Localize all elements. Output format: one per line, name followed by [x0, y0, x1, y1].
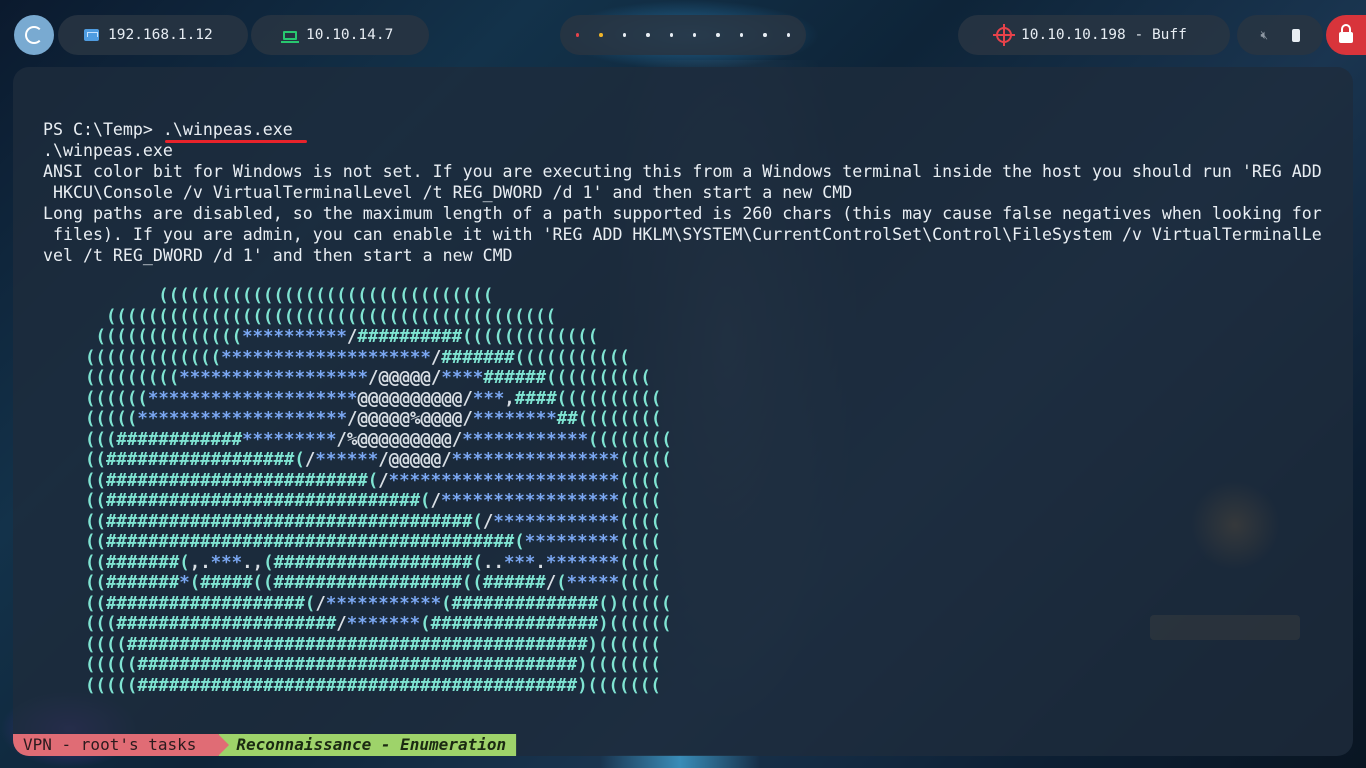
output-line: files). If you are admin, you can enable… [43, 225, 1322, 244]
workspace-dot[interactable] [646, 33, 650, 37]
winpeas-ascii-banner: (((((((((((((((((((((((((((((((( (((((((… [85, 286, 672, 696]
prompt-line: PS C:\Temp> .\winpeas.exe [43, 120, 293, 139]
battery-icon[interactable] [1291, 28, 1300, 42]
local-ip-module[interactable]: 192.168.1.12 [58, 15, 248, 55]
banner-line: (((((###################################… [85, 675, 661, 696]
banner-line: (((#####################/*******(#######… [85, 614, 672, 634]
banner-line: ((#######(,.***.,(###################(..… [85, 552, 662, 573]
workspace-dot[interactable] [716, 33, 720, 37]
terminal-window[interactable]: PS C:\Temp> .\winpeas.exe .\winpeas.exe AN… [13, 67, 1353, 756]
distro-menu-button[interactable] [14, 15, 54, 55]
banner-line: ((((((********************@@@@@@@@@@/***… [85, 388, 662, 409]
crosshair-icon [993, 24, 1015, 46]
banner-line: (((((********************/@@@@@%@@@@/***… [85, 409, 662, 429]
tmux-window-label[interactable]: Reconnaissance - Enumeration [218, 734, 517, 756]
banner-line: ((#########################(/***********… [85, 470, 662, 491]
banner-line: ((###################################(/*… [85, 511, 662, 532]
padlock-icon [1339, 24, 1353, 43]
workspace-dot[interactable] [763, 33, 767, 37]
banner-line: ((###################(/***********(#####… [85, 593, 672, 614]
workspace-dot[interactable] [622, 33, 627, 37]
lock-screen-button[interactable] [1326, 15, 1366, 55]
workspace-dot[interactable] [786, 33, 791, 37]
background-glow [600, 755, 760, 768]
target-text: 10.10.10.198 - Buff [1021, 27, 1187, 43]
banner-line: ((((((((((((((**********/##########(((((… [85, 327, 599, 347]
banner-line: (((((((((((((********************/######… [85, 347, 630, 368]
system-tray: 🔇︎ [1237, 15, 1323, 55]
target-module[interactable]: 10.10.10.198 - Buff [958, 15, 1230, 55]
network-icon [84, 29, 99, 41]
workspace-dot[interactable] [599, 33, 603, 37]
banner-line: ((##################(/******/@@@@@/*****… [85, 450, 672, 470]
vpn-ip-module[interactable]: 10.10.14.7 [251, 15, 429, 55]
volume-muted-icon[interactable]: 🔇︎ [1260, 28, 1268, 43]
banner-line: (((((((((((((((((((((((((((((((( [85, 286, 494, 306]
workspace-dot[interactable] [739, 33, 744, 37]
banner-line: (((############*********/%@@@@@@@@@/****… [85, 429, 672, 450]
output-line: vel /t REG_DWORD /d 1' and then start a … [43, 246, 513, 265]
output-line: Long paths are disabled, so the maximum … [43, 204, 1322, 223]
output-line: HKCU\Console /v VirtualTerminalLevel /t … [43, 183, 853, 202]
banner-line: ((((((((((((((((((((((((((((((((((((((((… [85, 306, 557, 327]
local-ip-text: 192.168.1.12 [108, 27, 213, 43]
vpn-ip-text: 10.10.14.7 [306, 27, 394, 43]
banner-line: (((((###################################… [85, 655, 661, 675]
banner-line: (((((((((******************/@@@@@/****##… [85, 368, 651, 388]
output-line: .\winpeas.exe [43, 141, 173, 160]
command-highlight-underline [165, 140, 307, 143]
banner-line: ((##############################(/******… [85, 491, 662, 511]
workspace-switcher[interactable] [560, 15, 806, 55]
banner-line: ((######################################… [85, 532, 661, 552]
tmux-status-bar: VPN - root's tasks Reconnaissance - Enum… [13, 734, 517, 756]
debian-logo-icon [25, 26, 43, 44]
output-line: ANSI color bit for Windows is not set. I… [43, 162, 1322, 181]
workspace-dot[interactable] [575, 33, 580, 37]
workspace-dot[interactable] [669, 33, 673, 37]
tmux-session-label[interactable]: VPN - root's tasks [13, 734, 230, 756]
banner-line: ((#######*(#####((##################((##… [85, 573, 661, 593]
workspace-dot[interactable] [693, 33, 697, 37]
banner-line: ((((####################################… [85, 634, 661, 655]
laptop-icon [281, 30, 299, 43]
